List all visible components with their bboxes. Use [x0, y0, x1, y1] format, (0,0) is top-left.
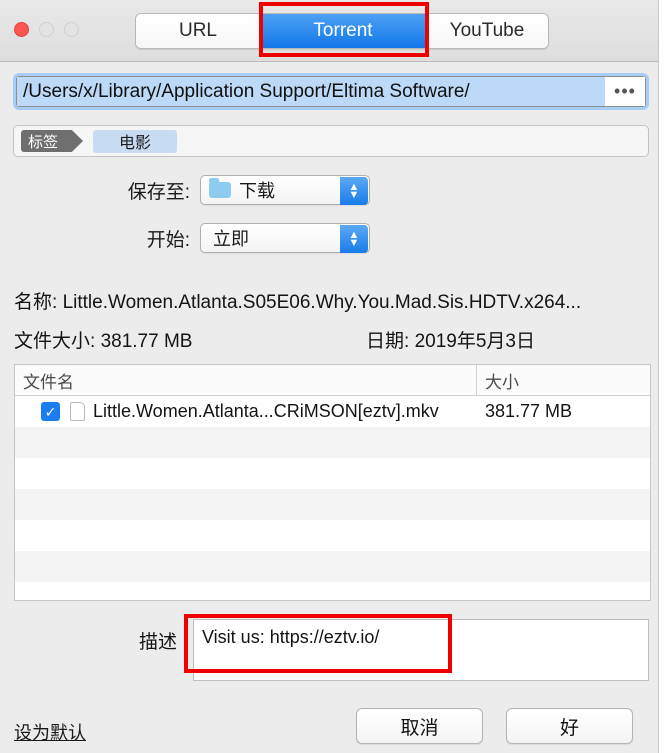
save-to-row: 保存至: 下载 ▲ ▼: [0, 174, 400, 206]
path-more-options-icon[interactable]: •••: [605, 77, 645, 106]
start-select[interactable]: 立即 ▲ ▼: [200, 223, 370, 253]
tab-url[interactable]: URL: [136, 14, 261, 48]
download-dialog-window: URL Torrent YouTube /Users/x/Library/App…: [0, 0, 666, 753]
table-row: [15, 489, 650, 520]
column-header-size[interactable]: 大小: [477, 365, 650, 395]
torrent-name-line: 名称: Little.Women.Atlanta.S05E06.Why.You.…: [14, 287, 581, 314]
save-to-select[interactable]: 下载 ▲ ▼: [200, 175, 370, 205]
tab-torrent[interactable]: Torrent: [261, 14, 426, 48]
table-row: [15, 551, 650, 582]
torrent-size-label: 文件大小:: [14, 331, 96, 352]
tag-bar[interactable]: 标签 电影: [13, 125, 649, 157]
file-row-name-cell: ✓ Little.Women.Atlanta...CRiMSON[eztv].m…: [15, 401, 477, 422]
torrent-date-value: 2019年5月3日: [414, 331, 535, 352]
tab-url-label: URL: [178, 20, 217, 41]
traffic-light-controls: [14, 22, 79, 37]
torrent-name-value: Little.Women.Atlanta.S05E06.Why.You.Mad.…: [62, 292, 582, 313]
tag-chip-movie[interactable]: 电影: [93, 129, 178, 153]
tag-badge[interactable]: 标签: [21, 130, 83, 152]
description-textarea[interactable]: Visit us: https://eztv.io/: [193, 619, 649, 681]
description-label: 描述: [139, 632, 178, 653]
save-to-stepper-icon[interactable]: ▲ ▼: [340, 177, 368, 205]
document-icon: [70, 402, 85, 421]
torrent-date-line: 日期: 2019年5月3日: [366, 326, 535, 353]
start-label: 开始:: [146, 229, 190, 251]
torrent-name-label: 名称:: [14, 292, 58, 313]
cancel-button[interactable]: 取消: [356, 708, 483, 744]
tab-youtube-label: YouTube: [449, 20, 525, 41]
start-stepper-icon[interactable]: ▲ ▼: [340, 225, 368, 253]
title-bar: URL Torrent YouTube: [0, 0, 658, 62]
file-row-size-cell: 381.77 MB: [485, 401, 573, 421]
path-input[interactable]: /Users/x/Library/Application Support/Elt…: [16, 76, 646, 107]
maximize-window-button[interactable]: [64, 22, 79, 37]
file-name-text: Little.Women.Atlanta...CRiMSON[eztv].mkv: [93, 401, 439, 421]
column-header-filename[interactable]: 文件名: [15, 365, 477, 395]
torrent-size-line: 文件大小: 381.77 MB: [14, 326, 192, 353]
torrent-date-label: 日期:: [366, 331, 410, 352]
path-input-value[interactable]: /Users/x/Library/Application Support/Elt…: [17, 77, 605, 106]
start-row: 开始: 立即 ▲ ▼: [0, 222, 400, 254]
table-row: [15, 427, 650, 458]
torrent-size-value: 381.77 MB: [100, 331, 193, 352]
save-to-label: 保存至:: [127, 181, 190, 203]
file-checkbox[interactable]: ✓: [41, 402, 60, 421]
table-row: [15, 458, 650, 489]
table-row[interactable]: ✓ Little.Women.Atlanta...CRiMSON[eztv].m…: [15, 396, 650, 427]
file-list-table[interactable]: 文件名 大小 ✓ Little.Women.Atlanta...CRiMSON[…: [14, 364, 651, 601]
file-list-header: 文件名 大小: [15, 365, 650, 396]
path-field-row: /Users/x/Library/Application Support/Elt…: [13, 73, 649, 110]
table-row: [15, 520, 650, 551]
close-window-button[interactable]: [14, 22, 29, 37]
source-tab-group: URL Torrent YouTube: [135, 13, 549, 49]
table-row: [15, 582, 650, 600]
ok-button[interactable]: 好: [506, 708, 633, 744]
tab-youtube[interactable]: YouTube: [426, 14, 548, 48]
tab-torrent-label: Torrent: [313, 20, 373, 41]
window-right-edge: [658, 0, 666, 753]
minimize-window-button[interactable]: [39, 22, 54, 37]
folder-icon: [209, 178, 231, 198]
set-as-default-link[interactable]: 设为默认: [14, 719, 86, 745]
